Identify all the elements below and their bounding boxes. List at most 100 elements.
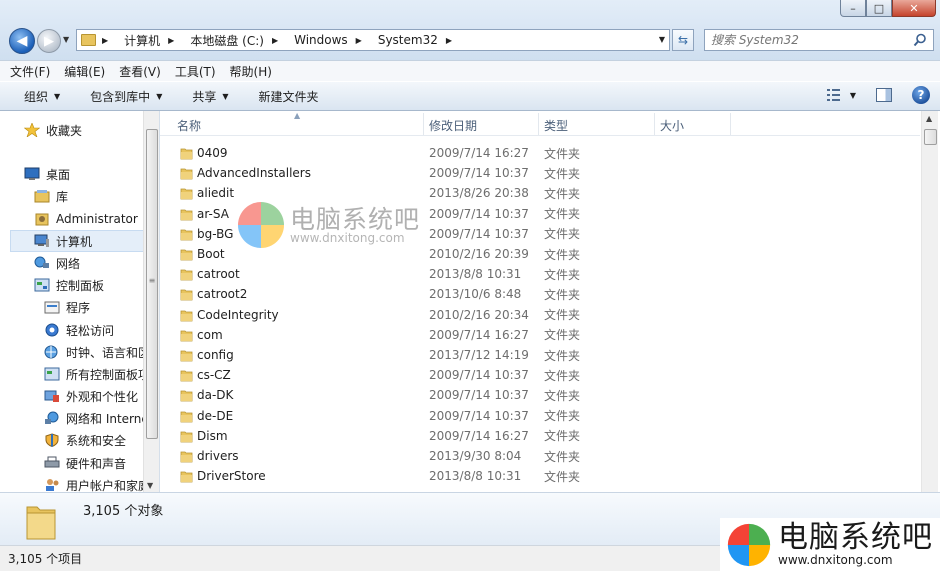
file-row[interactable]: config 2013/7/12 14:19 文件夹	[160, 345, 920, 365]
nav-item-user-accounts[interactable]: 用户帐户和家庭	[44, 474, 150, 492]
file-row[interactable]: AdvancedInstallers 2009/7/14 10:37 文件夹	[160, 163, 920, 183]
new-folder-button[interactable]: 新建文件夹	[259, 88, 319, 105]
menu-edit[interactable]: 编辑(E)	[64, 63, 105, 80]
file-name: catroot	[197, 267, 240, 282]
scroll-up-icon[interactable]: ▲	[926, 114, 932, 123]
nav-item-system-security[interactable]: 系统和安全	[44, 429, 126, 451]
minimize-button[interactable]: –	[840, 0, 866, 17]
file-name: DriverStore	[197, 469, 266, 484]
desktop-icon	[24, 167, 40, 180]
view-options-icon[interactable]	[826, 87, 844, 103]
nav-item-administrator[interactable]: Administrator	[34, 208, 138, 230]
nav-item-hardware-sound[interactable]: 硬件和声音	[44, 452, 126, 474]
nav-label: 网络和 Internet	[66, 411, 154, 426]
nav-item-ease-of-access[interactable]: 轻松访问	[44, 319, 114, 341]
nav-item-network-internet[interactable]: 网络和 Internet	[44, 407, 153, 429]
maximize-button[interactable]: □	[866, 0, 892, 17]
nav-item-network[interactable]: 网络	[34, 252, 80, 274]
file-date: 2009/7/14 10:37	[429, 226, 529, 241]
address-history-dropdown[interactable]: ▼	[659, 35, 665, 44]
file-row[interactable]: catroot2 2013/10/6 8:48 文件夹	[160, 284, 920, 304]
file-row[interactable]: Boot 2010/2/16 20:39 文件夹	[160, 244, 920, 264]
file-row[interactable]: ar-SA 2009/7/14 10:37 文件夹	[160, 204, 920, 224]
column-divider[interactable]	[654, 113, 655, 135]
column-size[interactable]: 大小	[660, 117, 684, 134]
file-row[interactable]: 0409 2009/7/14 16:27 文件夹	[160, 143, 920, 163]
file-row[interactable]: bg-BG 2009/7/14 10:37 文件夹	[160, 224, 920, 244]
breadcrumb-computer[interactable]: 计算机 ▶	[124, 32, 182, 49]
folder-icon	[180, 411, 193, 422]
file-row[interactable]: CodeIntegrity 2010/2/16 20:34 文件夹	[160, 305, 920, 325]
menu-tools[interactable]: 工具(T)	[175, 63, 216, 80]
chevron-down-icon[interactable]: ▼	[850, 91, 856, 100]
column-divider[interactable]	[538, 113, 539, 135]
column-divider[interactable]	[730, 113, 731, 135]
back-button[interactable]: ◀	[9, 28, 35, 54]
file-row[interactable]: de-DE 2009/7/14 10:37 文件夹	[160, 406, 920, 426]
nav-item-libraries[interactable]: 库	[34, 185, 68, 207]
recent-pages-dropdown[interactable]: ▼	[63, 35, 69, 44]
folder-icon	[180, 249, 193, 261]
nav-item-appearance[interactable]: 外观和个性化	[44, 385, 138, 407]
column-name[interactable]: 名称	[177, 117, 201, 134]
preview-pane-icon[interactable]	[876, 88, 892, 102]
folder-icon	[26, 506, 56, 540]
breadcrumb-root-arrow[interactable]: ▶	[102, 36, 116, 45]
search-box[interactable]	[704, 29, 934, 51]
breadcrumb-system32[interactable]: System32 ▶	[378, 33, 460, 47]
breadcrumb-label: 本地磁盘 (C:)	[190, 33, 264, 48]
file-row[interactable]: catroot 2013/8/8 10:31 文件夹	[160, 264, 920, 284]
file-row[interactable]: aliedit 2013/8/26 20:38 文件夹	[160, 183, 920, 203]
view-controls: ▼ ?	[826, 86, 930, 104]
nav-item-desktop[interactable]: 桌面	[24, 163, 70, 185]
file-name: ar-SA	[197, 206, 229, 221]
nav-item-programs[interactable]: 程序	[44, 296, 90, 318]
breadcrumb-windows[interactable]: Windows ▶	[294, 33, 370, 47]
refresh-button[interactable]: ⇆	[672, 29, 694, 51]
grip-icon: ≡	[148, 276, 156, 285]
file-row[interactable]: DriverStore 2013/8/8 10:31 文件夹	[160, 466, 920, 486]
nav-label: 系统和安全	[66, 433, 127, 448]
scroll-down-icon[interactable]: ▼	[147, 481, 153, 490]
nav-item-control-panel[interactable]: 控制面板	[34, 274, 104, 296]
organize-label: 组织	[24, 89, 49, 104]
column-date[interactable]: 修改日期	[429, 117, 477, 134]
file-date: 2009/7/14 10:37	[429, 408, 529, 423]
file-date: 2009/7/14 10:37	[429, 166, 529, 181]
nav-item-all-items[interactable]: 所有控制面板项	[44, 363, 150, 385]
printer-icon	[44, 456, 60, 468]
file-row[interactable]: cs-CZ 2009/7/14 10:37 文件夹	[160, 365, 920, 385]
menu-file[interactable]: 文件(F)	[10, 63, 50, 80]
share-button[interactable]: 共享 ▼	[192, 88, 228, 105]
file-date: 2009/7/14 10:37	[429, 368, 529, 383]
organize-button[interactable]: 组织 ▼	[24, 88, 60, 105]
file-row[interactable]: drivers 2013/9/30 8:04 文件夹	[160, 446, 920, 466]
scrollbar-thumb[interactable]	[924, 129, 937, 145]
file-row[interactable]: da-DK 2009/7/14 10:37 文件夹	[160, 385, 920, 405]
close-button[interactable]: ✕	[892, 0, 936, 17]
menu-help[interactable]: 帮助(H)	[230, 63, 272, 80]
file-date: 2013/8/26 20:38	[429, 186, 529, 201]
nav-label: 时钟、语言和区	[66, 345, 151, 360]
file-row[interactable]: Dism 2009/7/14 16:27 文件夹	[160, 426, 920, 446]
nav-item-favorites[interactable]: 收藏夹	[24, 119, 82, 141]
help-button[interactable]: ?	[912, 86, 930, 104]
nav-label: 硬件和声音	[66, 456, 127, 471]
file-row[interactable]: com 2009/7/14 16:27 文件夹	[160, 325, 920, 345]
forward-button[interactable]: ▶	[37, 29, 61, 53]
nav-item-clock-language[interactable]: 时钟、语言和区	[44, 341, 150, 363]
column-divider[interactable]	[423, 113, 424, 135]
menu-view[interactable]: 查看(V)	[119, 63, 161, 80]
search-input[interactable]	[711, 33, 911, 47]
chevron-down-icon: ▼	[222, 91, 229, 101]
file-name: AdvancedInstallers	[197, 166, 311, 181]
address-bar[interactable]: ▶ 计算机 ▶ 本地磁盘 (C:) ▶ Windows ▶ System32 ▶ ▼	[76, 29, 670, 51]
library-icon	[34, 190, 50, 203]
nav-scrollbar[interactable]: ≡ ▼	[143, 111, 159, 492]
breadcrumb-local-disk[interactable]: 本地磁盘 (C:) ▶	[190, 32, 286, 49]
file-list-scrollbar[interactable]: ▲	[921, 111, 938, 492]
column-type[interactable]: 类型	[544, 117, 568, 134]
nav-item-computer[interactable]: 计算机	[10, 230, 152, 252]
search-icon[interactable]	[913, 33, 927, 47]
include-in-library-button[interactable]: 包含到库中 ▼	[90, 88, 162, 105]
